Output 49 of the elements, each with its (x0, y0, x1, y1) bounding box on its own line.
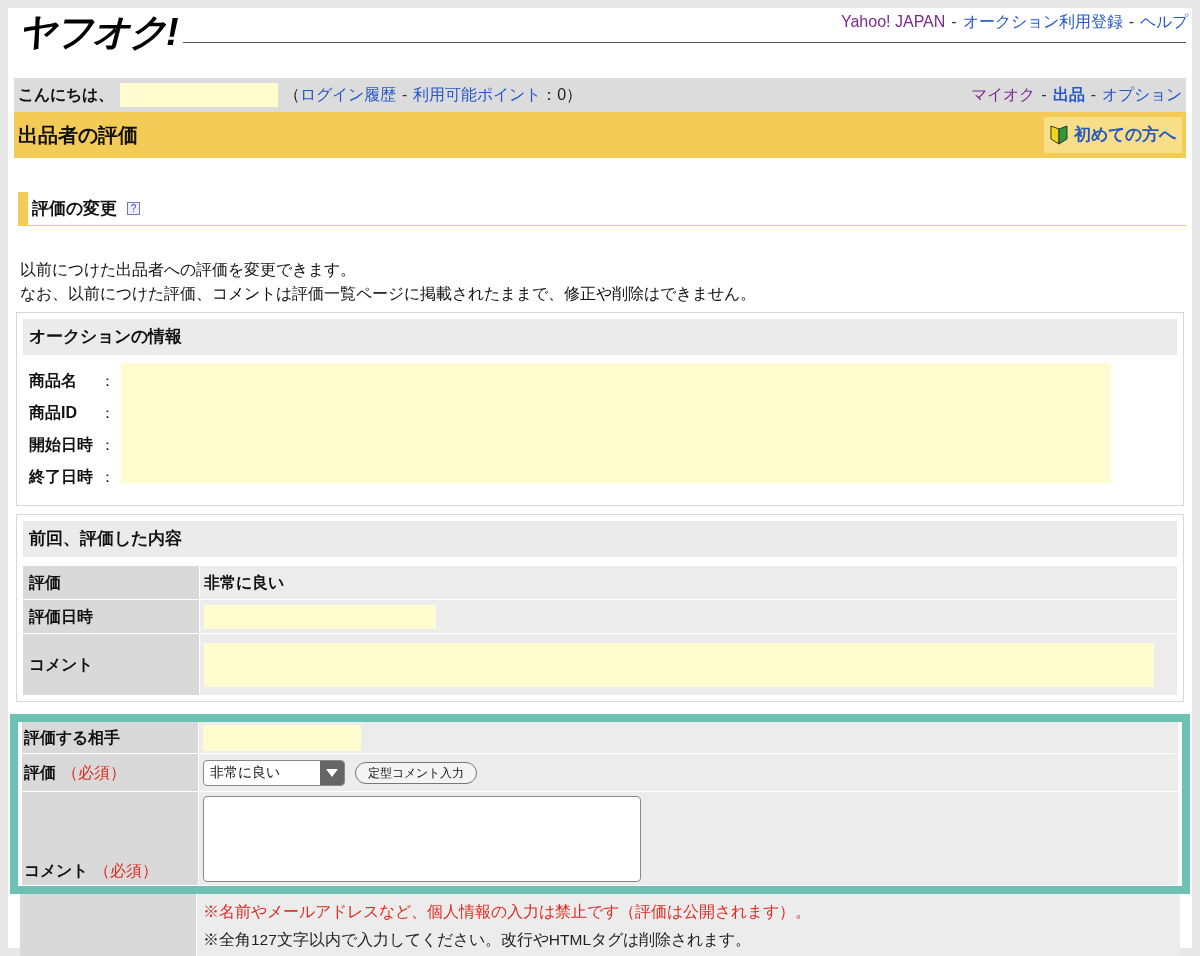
field-label: 評価する相手 (24, 727, 120, 748)
field-label: 商品ID (29, 403, 77, 423)
field-label: コメント (24, 861, 88, 881)
colon: ： (100, 466, 115, 487)
required-mark: （必須） (62, 762, 126, 783)
field-label: 終了日時 (29, 467, 93, 487)
panel-title: 前回、評価した内容 (29, 528, 182, 551)
nav-link[interactable]: ログイン履歴 (300, 83, 396, 107)
separator: - (951, 13, 957, 30)
text: （ (284, 85, 300, 105)
nav-link[interactable]: 利用可能ポイント (413, 83, 542, 107)
intro-text: なお、以前につけた評価、コメントは評価一覧ページに掲載されたままで、修正や削除はできません。 (20, 284, 757, 304)
colon: ： (100, 434, 115, 455)
warning-text: ※名前やメールアドレスなど、個人情報の入力は禁止です（評価は公開されます）。 (203, 902, 812, 922)
field-label: 商品名 (29, 371, 77, 391)
nav-link[interactable]: オークション利用登録 (962, 13, 1123, 30)
page-title: 出品者の評価 (18, 123, 138, 148)
separator: - (1128, 13, 1134, 30)
field-label: 開始日時 (29, 435, 93, 455)
nav-link[interactable]: オプション (1102, 83, 1182, 107)
dropdown-arrow-icon (320, 760, 344, 785)
logo[interactable]: ヤフオク! (14, 12, 177, 52)
table-header-cell: コメント (23, 634, 199, 695)
section-heading: 評価の変更 (32, 197, 117, 220)
separator: - (1090, 85, 1096, 105)
beginner-button[interactable]: 初めての方へ (1044, 117, 1182, 153)
separator: - (1041, 85, 1047, 105)
help-icon[interactable]: ? (127, 202, 140, 215)
required-mark: （必須） (94, 861, 158, 881)
text: ：0） (541, 85, 583, 105)
greeting: こんにちは、 (18, 85, 114, 105)
colon: ： (100, 402, 115, 423)
table-header-cell: 評価日時 (23, 600, 199, 633)
separator: - (402, 85, 408, 105)
intro-text: 以前につけた出品者への評価を変更できます。 (20, 260, 357, 280)
panel-title: オークションの情報 (29, 326, 182, 349)
table-header-cell: 評価 (23, 566, 199, 599)
field-label: 評価 (24, 762, 56, 783)
nav-link[interactable]: 出品 (1052, 83, 1085, 107)
nav-link[interactable]: マイオク (971, 83, 1036, 107)
template-comment-button[interactable]: 定型コメント入力 (355, 761, 477, 784)
nav-link[interactable]: ヘルプ (1140, 13, 1188, 30)
rating-select[interactable]: 非常に良い (203, 759, 345, 786)
nav-link[interactable]: Yahoo! JAPAN (841, 13, 946, 30)
note-text: ※全角127文字以内で入力してください。改行やHTMLタグは削除されます。 (203, 930, 753, 950)
beginner-mark-icon (1050, 125, 1068, 145)
table-cell-text: 非常に良い (204, 572, 284, 593)
comment-field[interactable] (203, 795, 641, 882)
colon: ： (100, 370, 115, 391)
